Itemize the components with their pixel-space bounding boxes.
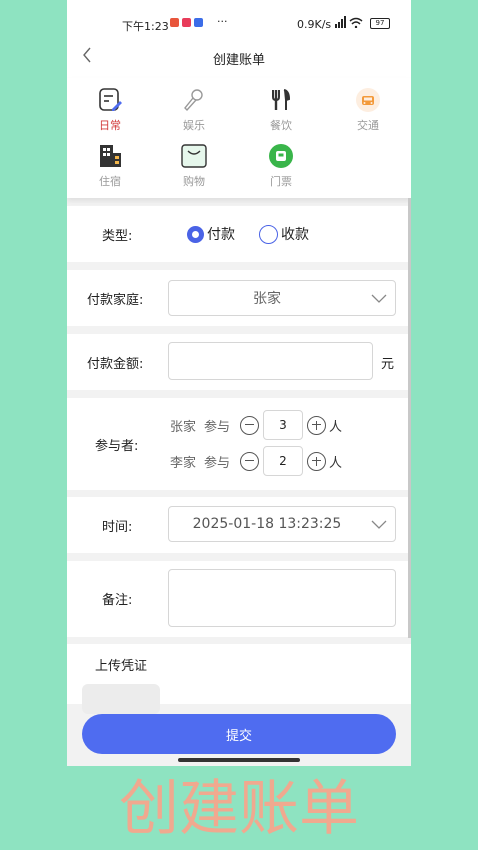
radio-pay[interactable]: 付款 [187,224,235,244]
category-label: 住宿 [99,175,121,188]
category-lodging[interactable]: 住宿 [80,142,140,189]
radio-checked-icon [187,225,204,243]
status-bar: 下午1:23 ··· 0.9K/s 97 [67,0,411,40]
category-transport[interactable]: 交通 [338,86,398,133]
notification-icon [194,18,203,27]
fork-knife-icon [251,86,311,114]
chevron-down-icon [371,516,387,536]
building-icon [80,142,140,170]
participant-word: 参与 [204,455,231,471]
participant-family: 张家 [170,419,197,435]
microphone-icon [164,86,224,114]
category-label: 娱乐 [183,119,205,132]
category-label: 餐饮 [270,119,292,132]
participant-row: 张家 参与 3 人 [170,410,342,440]
note-textarea[interactable] [168,569,396,627]
radio-receive-label: 收款 [281,227,309,243]
chevron-down-icon [371,290,387,310]
amount-input[interactable] [168,342,373,380]
radio-receive[interactable]: 收款 [259,224,309,244]
scrollbar[interactable] [408,198,411,638]
note-row: 备注: [67,561,411,637]
radio-pay-label: 付款 [207,227,235,243]
category-tickets[interactable]: 门票 [251,142,311,189]
category-dining[interactable]: 餐饮 [251,86,311,133]
plus-icon[interactable] [307,451,326,471]
network-speed: 0.9K/s [297,18,332,31]
category-label: 购物 [183,175,205,188]
family-row: 付款家庭: 张家 [67,270,411,326]
amount-label: 付款金额: [87,357,144,372]
amount-row: 付款金额: 元 [67,334,411,390]
signal-wifi-icon [335,16,365,31]
plus-icon[interactable] [307,415,326,435]
notification-icons [170,18,203,27]
submit-button[interactable]: 提交 [82,714,396,754]
type-label: 类型: [102,229,133,244]
family-select[interactable]: 张家 [168,280,396,316]
ticket-icon [251,142,311,170]
participant-unit: 人 [329,455,343,471]
note-label: 备注: [102,593,133,608]
category-label: 日常 [99,119,121,132]
amount-unit: 元 [381,357,395,372]
participant-count[interactable]: 2 [263,446,303,476]
participant-family: 李家 [170,455,197,471]
page-title: 创建账单 [212,53,265,68]
category-daily[interactable]: 日常 [80,86,140,133]
shopping-bag-icon [164,142,224,170]
category-shopping[interactable]: 购物 [164,142,224,189]
time-row: 时间: 2025-01-18 13:23:25 [67,497,411,553]
participant-count[interactable]: 3 [263,410,303,440]
participants-label: 参与者: [95,439,139,454]
participants-row: 参与者: 张家 参与 3 人 李家 参与 2 人 [67,398,411,490]
radio-unchecked-icon [259,224,278,244]
minus-icon[interactable] [240,415,259,435]
status-time: 下午1:23 [122,20,169,33]
participant-row: 李家 参与 2 人 [170,446,342,476]
category-label: 交通 [357,119,379,132]
notification-icon [170,18,179,27]
upload-label: 上传凭证 [95,659,148,674]
family-label: 付款家庭: [87,293,144,308]
notification-icon [182,18,191,27]
nav-bar: 创建账单 [67,40,411,78]
car-icon [338,86,398,114]
category-entertainment[interactable]: 娱乐 [164,86,224,133]
participant-unit: 人 [329,419,343,435]
time-label: 时间: [102,520,133,535]
phone-screen: 下午1:23 ··· 0.9K/s 97 创建账单 日常 娱乐 餐饮 交通 住宿… [67,0,411,766]
family-select-value: 张家 [253,291,281,307]
time-select-value: 2025-01-18 13:23:25 [192,516,342,532]
time-select[interactable]: 2025-01-18 13:23:25 [168,506,396,542]
battery-icon: 97 [370,18,390,29]
type-row: 类型: 付款 收款 [67,206,411,262]
minus-icon[interactable] [240,451,259,471]
promo-caption: 创建账单 [119,774,359,844]
category-grid: 日常 娱乐 餐饮 交通 住宿 购物 门票 [67,78,411,198]
note-edit-icon [80,86,140,114]
status-more: ··· [217,15,228,28]
upload-image-button[interactable] [82,684,160,714]
category-label: 门票 [270,175,292,188]
participant-word: 参与 [204,419,231,435]
